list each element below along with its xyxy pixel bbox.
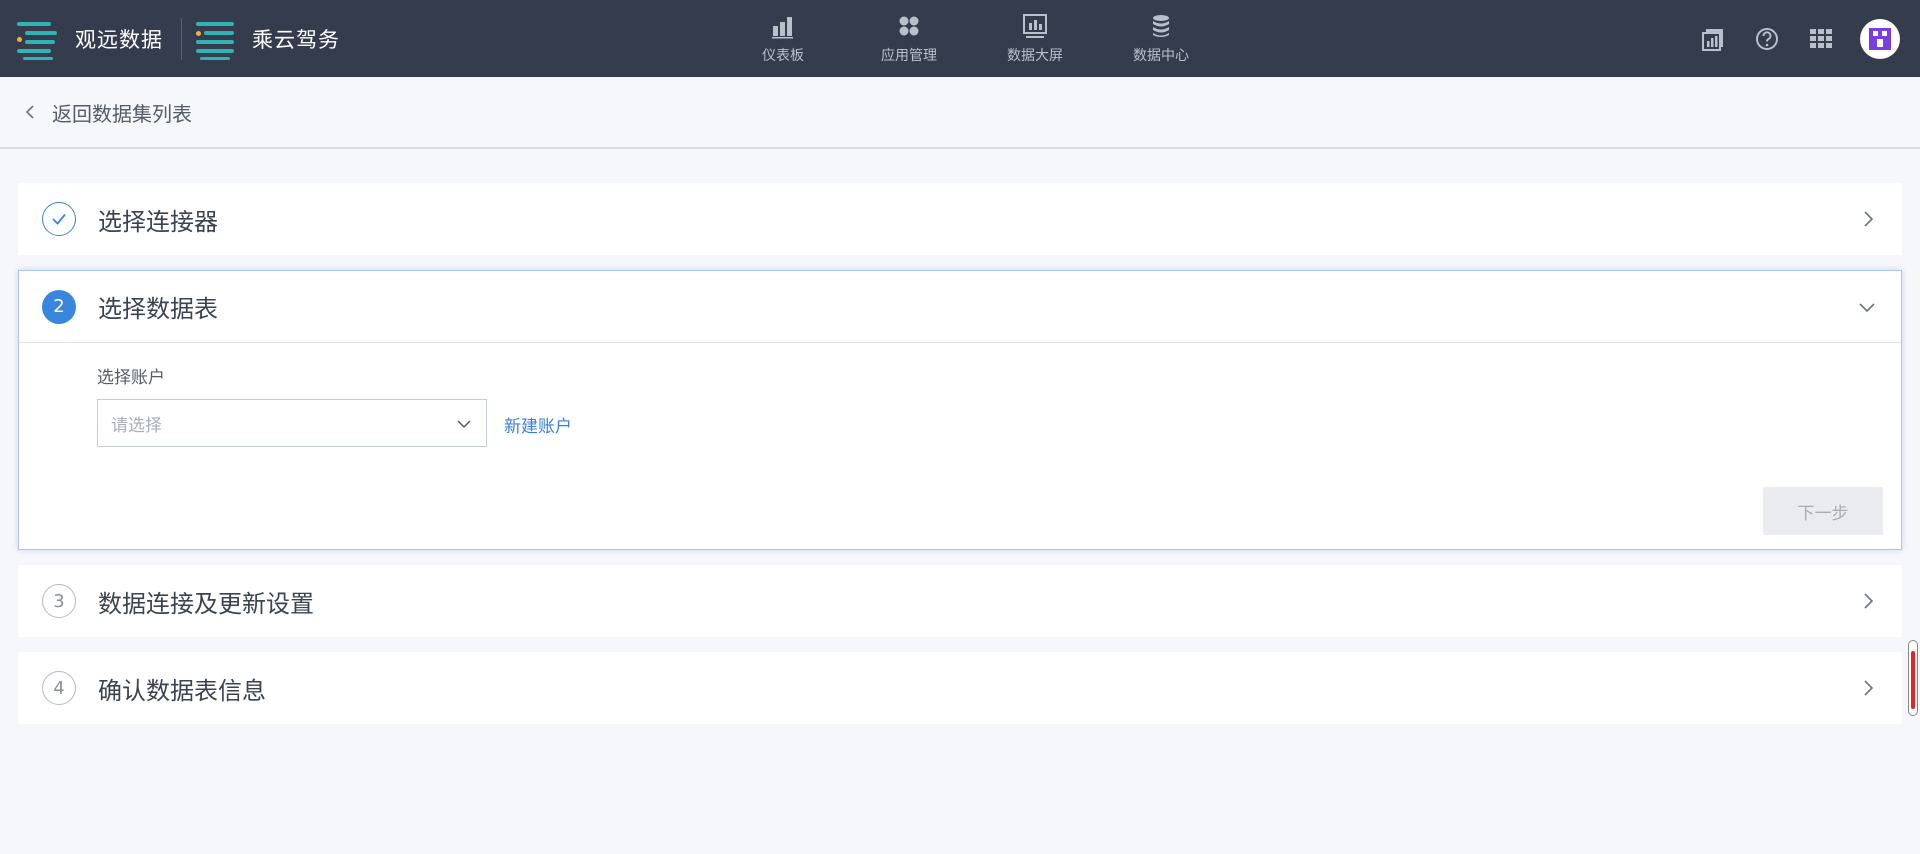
app-logo-icon[interactable] [196, 19, 236, 60]
database-icon [1153, 14, 1169, 37]
step-card-select-connector: 选择连接器 [18, 183, 1902, 255]
account-select-placeholder: 请选择 [111, 415, 162, 436]
guanyuan-logo-icon[interactable] [17, 19, 57, 60]
chevron-down-icon [457, 420, 471, 429]
nav-item-label: 仪表板 [762, 47, 804, 64]
nav-item-label: 数据中心 [1133, 47, 1189, 64]
step-body: 选择账户 请选择 新建账户 下一步 [19, 343, 1901, 549]
report-button[interactable] [1686, 0, 1740, 77]
screen-chart-icon [1023, 13, 1047, 38]
page-scrollbar[interactable] [1908, 640, 1918, 716]
chevron-right-icon [1864, 680, 1874, 696]
report-icon [1702, 28, 1723, 51]
step-number-badge: 2 [42, 289, 76, 324]
step-card-select-table: 2 选择数据表 选择账户 请选择 新建账户 下一步 [18, 270, 1902, 550]
chevron-right-icon [1864, 593, 1874, 609]
top-navigation-bar: 观远数据 乘云驾务 仪表板 应用管理 数据大屏 数据中心 [0, 0, 1920, 77]
user-avatar[interactable] [1860, 18, 1900, 59]
chevron-left-icon [25, 105, 34, 119]
step-header[interactable]: 3 数据连接及更新设置 [18, 565, 1902, 637]
chevron-right-icon [1864, 211, 1874, 227]
step-title: 确认数据表信息 [98, 676, 266, 705]
account-select[interactable]: 请选择 [97, 399, 487, 447]
step-header[interactable]: 2 选择数据表 [19, 271, 1901, 343]
help-icon [1756, 27, 1778, 50]
bar-chart-icon [772, 16, 793, 38]
step-number-badge: 4 [42, 671, 76, 705]
back-to-dataset-list-link[interactable]: 返回数据集列表 [24, 98, 192, 127]
back-bar: 返回数据集列表 [0, 77, 1920, 149]
help-button[interactable] [1740, 0, 1794, 77]
grid-menu-icon [1810, 28, 1832, 48]
step-title: 选择数据表 [98, 295, 218, 323]
new-account-link[interactable]: 新建账户 [504, 412, 572, 437]
brand-area: 观远数据 乘云驾务 [0, 0, 340, 77]
app-grid-button[interactable] [1794, 0, 1848, 77]
nav-item-label: 应用管理 [881, 47, 937, 64]
next-step-button[interactable]: 下一步 [1763, 487, 1883, 535]
brand-secondary-name: 乘云驾务 [252, 27, 340, 52]
main-nav: 仪表板 应用管理 数据大屏 数据中心 [720, 0, 1224, 77]
brand-primary-name: 观远数据 [75, 27, 163, 52]
back-link-label: 返回数据集列表 [52, 101, 192, 126]
nav-item-data-center[interactable]: 数据中心 [1098, 0, 1224, 77]
step-title: 选择连接器 [98, 207, 218, 236]
nav-item-big-screen[interactable]: 数据大屏 [972, 0, 1098, 77]
nav-item-app-management[interactable]: 应用管理 [846, 0, 972, 77]
nav-item-label: 数据大屏 [1007, 47, 1063, 64]
account-field-label: 选择账户 [97, 368, 165, 388]
apps-icon [899, 16, 919, 35]
right-toolbar [1686, 0, 1920, 77]
chevron-down-icon [1859, 302, 1875, 312]
brand-divider [181, 17, 182, 60]
step-number-badge: 3 [42, 584, 76, 618]
step-card-confirm-table-info: 4 确认数据表信息 [18, 652, 1902, 724]
step-done-check-icon [42, 202, 76, 236]
avatar-pattern-icon [1869, 27, 1891, 50]
step-card-connection-settings: 3 数据连接及更新设置 [18, 565, 1902, 637]
step-header[interactable]: 4 确认数据表信息 [18, 652, 1902, 724]
scrollbar-thumb[interactable] [1911, 651, 1915, 709]
step-header[interactable]: 选择连接器 [18, 183, 1902, 255]
step-title: 数据连接及更新设置 [98, 589, 314, 618]
nav-item-dashboard[interactable]: 仪表板 [720, 0, 846, 77]
